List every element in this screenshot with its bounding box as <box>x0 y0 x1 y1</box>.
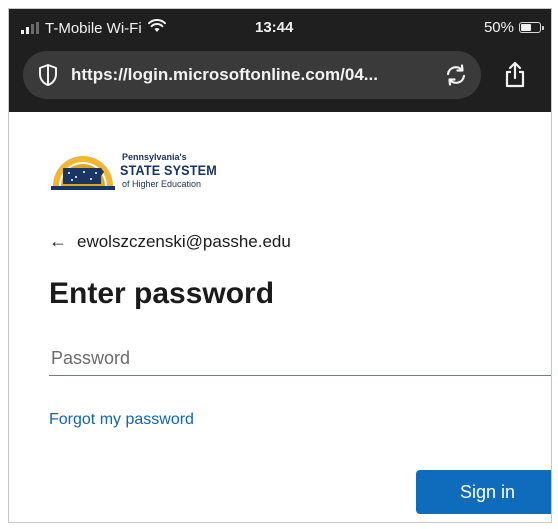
battery-percent: 50% <box>483 19 514 36</box>
keystone-emblem-icon <box>51 156 115 190</box>
logo-line-1: Pennsylvania's <box>122 152 187 162</box>
battery-icon <box>519 22 544 33</box>
page-title: Enter password <box>49 277 275 310</box>
account-email: ewolszczenski@passhe.edu <box>77 231 291 251</box>
url-text[interactable]: https://login.microsoftonline.com/04... <box>71 65 378 85</box>
status-bar: T-Mobile Wi-Fi 13:44 50% <box>9 9 551 43</box>
phone-screen: T-Mobile Wi-Fi 13:44 50% https://login.m… <box>8 8 552 523</box>
shield-icon[interactable] <box>37 63 59 92</box>
address-bar[interactable]: https://login.microsoftonline.com/04... <box>23 51 481 99</box>
browser-chrome: T-Mobile Wi-Fi 13:44 50% https://login.m… <box>9 9 551 112</box>
wifi-icon <box>147 19 166 37</box>
logo-line-2: STATE SYSTEM <box>120 162 217 178</box>
reload-icon[interactable] <box>443 63 469 92</box>
password-input[interactable] <box>49 341 551 376</box>
carrier-group: T-Mobile Wi-Fi <box>21 19 166 37</box>
carrier-label: T-Mobile Wi-Fi <box>45 19 142 37</box>
forgot-password-link[interactable]: Forgot my password <box>49 411 194 429</box>
clock: 13:44 <box>255 19 294 36</box>
passhe-logo: Pennsylvania's STATE SYSTEM of Higher Ed… <box>49 148 229 208</box>
logo-line-3: of Higher Education <box>122 179 202 189</box>
battery-group: 50% <box>483 19 544 36</box>
share-icon[interactable] <box>503 61 527 94</box>
account-back-row[interactable]: ← ewolszczenski@passhe.edu <box>49 231 291 252</box>
signal-icon <box>21 22 39 34</box>
sign-in-button[interactable]: Sign in <box>416 470 551 514</box>
back-arrow-icon[interactable]: ← <box>49 231 67 252</box>
